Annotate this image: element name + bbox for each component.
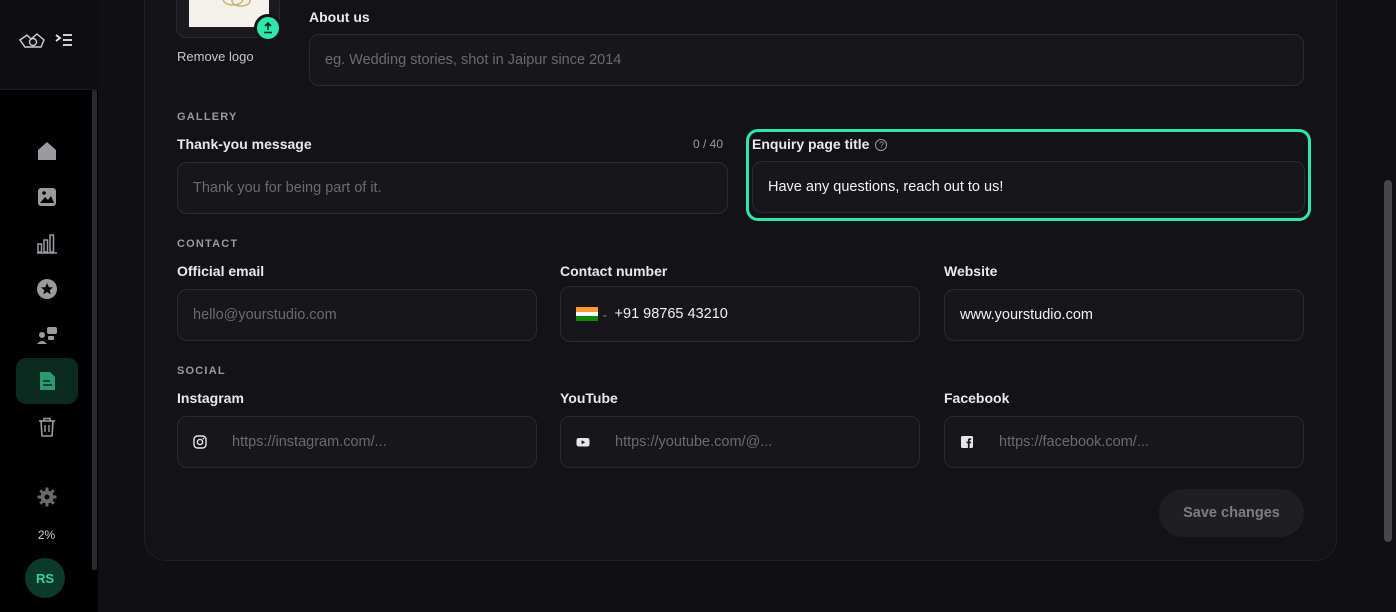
contact-number-label: Contact number — [560, 263, 668, 279]
sidebar-item-favorites[interactable] — [16, 266, 78, 312]
email-label: Official email — [177, 263, 265, 279]
sidebar-item-gallery[interactable] — [16, 174, 78, 220]
website-field[interactable]: www.yourstudio.com — [944, 289, 1304, 341]
thankyou-placeholder: Thank you for being part of it. — [193, 180, 382, 196]
social-section-title: SOCIAL — [177, 365, 226, 377]
instagram-field[interactable]: https://instagram.com/... — [177, 416, 537, 468]
about-us-placeholder: eg. Wedding stories, shot in Jaipur sinc… — [325, 52, 622, 68]
sidebar-header — [0, 0, 98, 90]
facebook-field[interactable]: https://facebook.com/... — [944, 416, 1304, 468]
image-icon — [38, 188, 56, 206]
email-field[interactable]: hello@yourstudio.com — [177, 289, 537, 341]
enquiry-title-field[interactable]: Have any questions, reach out to us! — [752, 161, 1305, 213]
youtube-label: YouTube — [560, 390, 618, 406]
facebook-placeholder: https://facebook.com/... — [999, 434, 1149, 450]
gear-icon — [37, 487, 57, 507]
facebook-label: Facebook — [944, 390, 1010, 406]
sidebar-item-clients[interactable] — [16, 312, 78, 358]
sidebar-item-home[interactable] — [16, 128, 78, 174]
instagram-label: Instagram — [177, 390, 244, 406]
bar-chart-icon — [37, 234, 57, 254]
instagram-icon — [193, 435, 207, 449]
chevron-down-icon[interactable]: ⌄ — [601, 309, 609, 320]
remove-logo-link[interactable]: Remove logo — [177, 49, 254, 64]
website-label: Website — [944, 263, 998, 279]
avatar[interactable]: RS — [25, 558, 65, 598]
youtube-field[interactable]: https://youtube.com/@... — [560, 416, 920, 468]
india-flag-icon[interactable] — [576, 307, 598, 321]
enquiry-title-value: Have any questions, reach out to us! — [768, 179, 1004, 195]
sidebar-item-pages[interactable] — [16, 358, 78, 404]
page-scrollbar[interactable] — [1384, 180, 1392, 542]
save-changes-button[interactable]: Save changes — [1159, 489, 1304, 537]
collapse-sidebar-icon[interactable] — [55, 32, 73, 48]
enquiry-title-label-text: Enquiry page title — [752, 136, 870, 152]
about-us-field[interactable]: eg. Wedding stories, shot in Jaipur sinc… — [309, 34, 1304, 86]
upload-icon — [264, 22, 272, 34]
star-icon — [37, 279, 57, 299]
document-icon — [40, 372, 55, 390]
help-icon[interactable]: ? — [875, 139, 888, 151]
sidebar-scrollbar[interactable] — [92, 90, 97, 570]
users-chat-icon — [37, 327, 57, 344]
thankyou-message-field[interactable]: Thank you for being part of it. — [177, 162, 728, 214]
contact-section-title: CONTACT — [177, 238, 239, 250]
facebook-icon — [961, 436, 973, 448]
gallery-section-title: GALLERY — [177, 111, 238, 123]
sidebar-item-analytics[interactable] — [16, 220, 78, 266]
upload-logo-button[interactable] — [254, 14, 282, 42]
youtube-icon — [576, 438, 590, 447]
about-us-label: About us — [309, 9, 370, 25]
sidebar-item-trash[interactable] — [16, 404, 78, 450]
thankyou-char-counter: 0 / 40 — [693, 137, 724, 151]
contact-number-value: +91 98765 43210 — [614, 306, 728, 322]
sidebar-item-settings[interactable] — [16, 474, 78, 520]
trash-icon — [39, 417, 55, 437]
home-icon — [38, 142, 56, 160]
thankyou-label: Thank-you message — [177, 136, 312, 152]
brand-logo-icon[interactable] — [17, 30, 47, 52]
storage-usage: 2% — [37, 528, 56, 542]
instagram-placeholder: https://instagram.com/... — [232, 434, 387, 450]
enquiry-title-label: Enquiry page title? — [752, 136, 888, 152]
sidebar: 2% RS — [0, 0, 98, 612]
youtube-placeholder: https://youtube.com/@... — [615, 434, 773, 450]
contact-number-field[interactable]: ⌄ +91 98765 43210 — [560, 286, 920, 342]
email-placeholder: hello@yourstudio.com — [193, 307, 337, 323]
website-value: www.yourstudio.com — [960, 307, 1093, 323]
